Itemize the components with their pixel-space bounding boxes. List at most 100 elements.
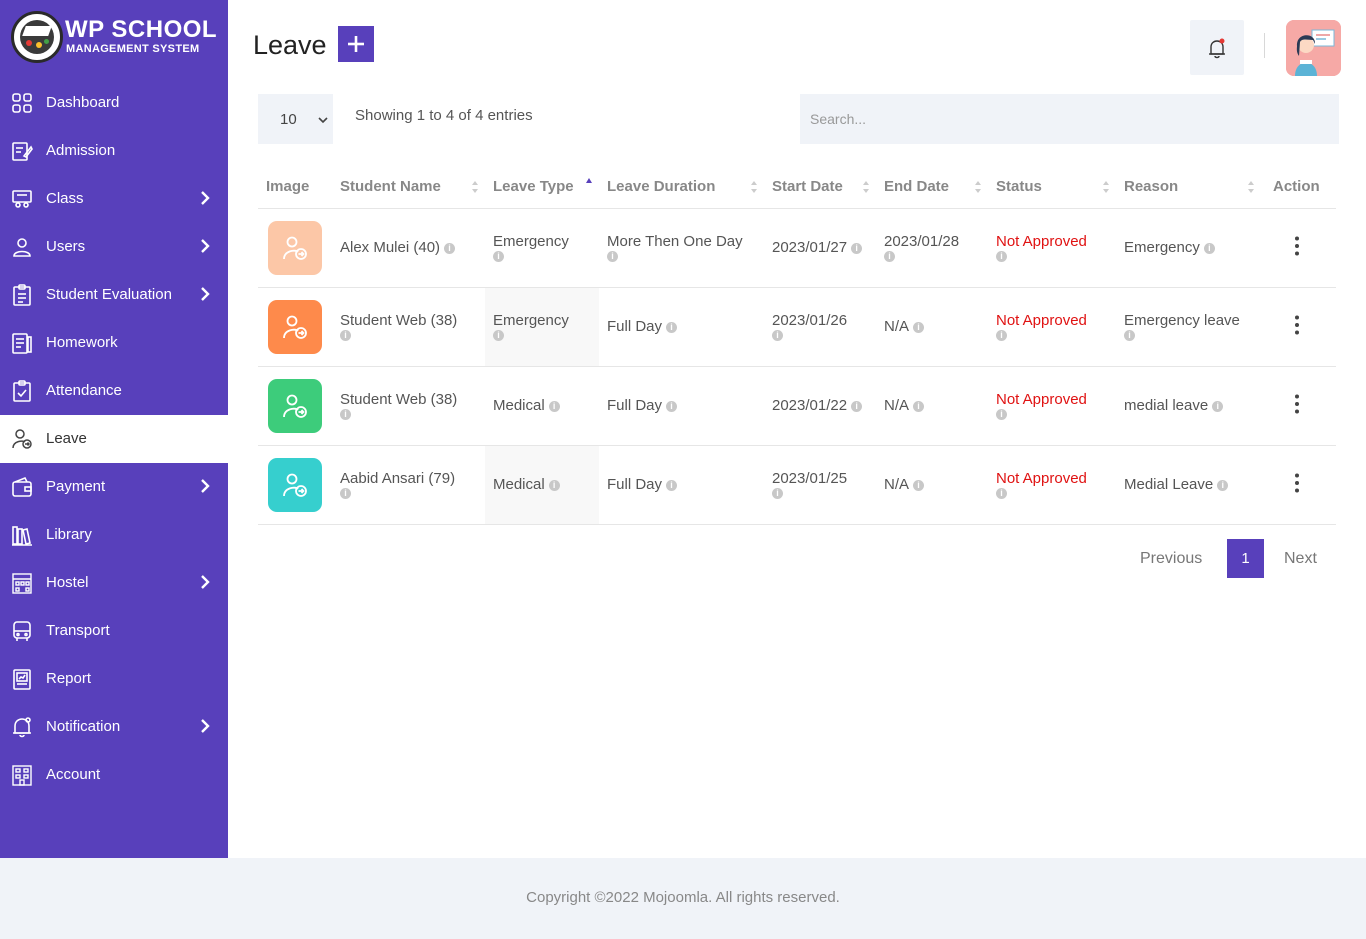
leave-icon (283, 236, 307, 260)
info-icon[interactable]: i (1124, 330, 1135, 341)
column-header-leave-duration[interactable]: Leave Duration (599, 166, 764, 209)
sidebar-item-library[interactable]: Library (0, 511, 228, 559)
info-icon[interactable]: i (1203, 242, 1215, 254)
admission-icon (12, 142, 33, 161)
payment-icon (12, 476, 32, 497)
info-icon[interactable]: i (996, 409, 1007, 420)
chevron-right-icon (201, 239, 210, 253)
column-header-status[interactable]: Status (988, 166, 1116, 209)
info-icon[interactable]: i (340, 330, 351, 341)
cell-reason: Medial Leave i (1116, 445, 1261, 525)
info-icon[interactable]: i (666, 400, 678, 412)
user-avatar[interactable] (1286, 20, 1341, 76)
sidebar-item-label: Transport (46, 622, 110, 639)
page-length-select[interactable]: 10 (258, 94, 333, 144)
column-header-student-name[interactable]: Student Name (332, 166, 485, 209)
info-icon[interactable]: i (996, 251, 1007, 262)
entries-info: Showing 1 to 4 of 4 entries (355, 107, 533, 124)
cell-start-date: 2023/01/27 i (764, 208, 876, 288)
sidebar-nav: Dashboard Admission Class Users Student … (0, 79, 228, 799)
add-leave-button[interactable] (338, 26, 374, 62)
cell-status: Not Approved i (988, 208, 1116, 288)
column-header-leave-type[interactable]: Leave Type (485, 166, 599, 209)
info-icon[interactable]: i (548, 400, 560, 412)
column-header-image: Image (258, 166, 332, 209)
page-1-button[interactable]: 1 (1227, 539, 1264, 578)
page-title: Leave (253, 30, 327, 60)
info-icon[interactable]: i (666, 479, 678, 491)
info-icon[interactable]: i (548, 479, 560, 491)
cell-end-date: N/A i (876, 445, 988, 525)
cell-action (1261, 208, 1336, 288)
column-header-end-date[interactable]: End Date (876, 166, 988, 209)
sidebar-item-report[interactable]: Report (0, 655, 228, 703)
sidebar-item-label: Report (46, 670, 92, 687)
account-icon (12, 765, 32, 786)
sidebar-item-payment[interactable]: Payment (0, 463, 228, 511)
info-icon[interactable]: i (1217, 479, 1229, 491)
attendance-icon (13, 380, 31, 402)
info-icon[interactable]: i (913, 321, 925, 333)
notification-bell-button[interactable] (1190, 20, 1244, 75)
info-icon[interactable]: i (607, 251, 618, 262)
column-header-reason[interactable]: Reason (1116, 166, 1261, 209)
sidebar-item-label: Account (46, 766, 101, 783)
sidebar-item-attendance[interactable]: Attendance (0, 367, 228, 415)
leave-icon (12, 429, 32, 449)
info-icon[interactable]: i (884, 251, 895, 262)
info-icon[interactable]: i (666, 321, 678, 333)
sidebar-item-dashboard[interactable]: Dashboard (0, 79, 228, 127)
previous-page-button[interactable]: Previous (1140, 550, 1202, 568)
sort-icon (975, 181, 981, 193)
sidebar-item-label: Library (46, 526, 92, 543)
info-icon[interactable]: i (772, 488, 783, 499)
info-icon[interactable]: i (493, 330, 504, 341)
sidebar-item-student-evaluation[interactable]: Student Evaluation (0, 271, 228, 319)
info-icon[interactable]: i (340, 409, 351, 420)
sidebar-item-account[interactable]: Account (0, 751, 228, 799)
sidebar-item-homework[interactable]: Homework (0, 319, 228, 367)
cell-student-name: Student Web (38) i (332, 287, 485, 367)
leave-table: Image Student Name Leave Type Leave Dura… (258, 166, 1336, 525)
column-header-start-date[interactable]: Start Date (764, 166, 876, 209)
next-page-button[interactable]: Next (1284, 550, 1317, 568)
search-input[interactable] (800, 94, 1339, 144)
cell-action (1261, 287, 1336, 367)
brand-logo[interactable]: WP SCHOOL MANAGEMENT SYSTEM (11, 11, 221, 63)
sidebar-item-transport[interactable]: Transport (0, 607, 228, 655)
more-vertical-icon[interactable] (1295, 236, 1299, 256)
info-icon[interactable]: i (444, 242, 456, 254)
sort-icon (1103, 181, 1109, 193)
report-icon (13, 669, 31, 690)
info-icon[interactable]: i (913, 479, 925, 491)
info-icon[interactable]: i (996, 488, 1007, 499)
brand-subtitle: MANAGEMENT SYSTEM (66, 43, 200, 55)
more-vertical-icon[interactable] (1295, 315, 1299, 335)
sort-icon (1248, 181, 1254, 193)
info-icon[interactable]: i (851, 242, 863, 254)
cell-start-date: 2023/01/25 i (764, 445, 876, 525)
sidebar-item-notification[interactable]: Notification (0, 703, 228, 751)
sidebar-item-label: Users (46, 238, 86, 255)
more-vertical-icon[interactable] (1295, 394, 1299, 414)
sidebar-item-class[interactable]: Class (0, 175, 228, 223)
sidebar-item-label: Class (46, 190, 84, 207)
more-vertical-icon[interactable] (1295, 473, 1299, 493)
info-icon[interactable]: i (851, 400, 863, 412)
sidebar-item-admission[interactable]: Admission (0, 127, 228, 175)
brand-title: WP SCHOOL (65, 16, 218, 43)
info-icon[interactable]: i (772, 330, 783, 341)
info-icon[interactable]: i (493, 251, 504, 262)
sidebar-item-users[interactable]: Users (0, 223, 228, 271)
sidebar-item-hostel[interactable]: Hostel (0, 559, 228, 607)
info-icon[interactable]: i (996, 330, 1007, 341)
sort-icon (863, 181, 869, 193)
info-icon[interactable]: i (340, 488, 351, 499)
leave-avatar (268, 299, 322, 354)
sidebar-item-label: Hostel (46, 574, 89, 591)
bell-icon (1209, 38, 1225, 59)
info-icon[interactable]: i (913, 400, 925, 412)
info-icon[interactable]: i (1212, 400, 1224, 412)
sidebar-item-leave[interactable]: Leave (0, 415, 228, 463)
column-header-action: Action (1261, 166, 1336, 209)
